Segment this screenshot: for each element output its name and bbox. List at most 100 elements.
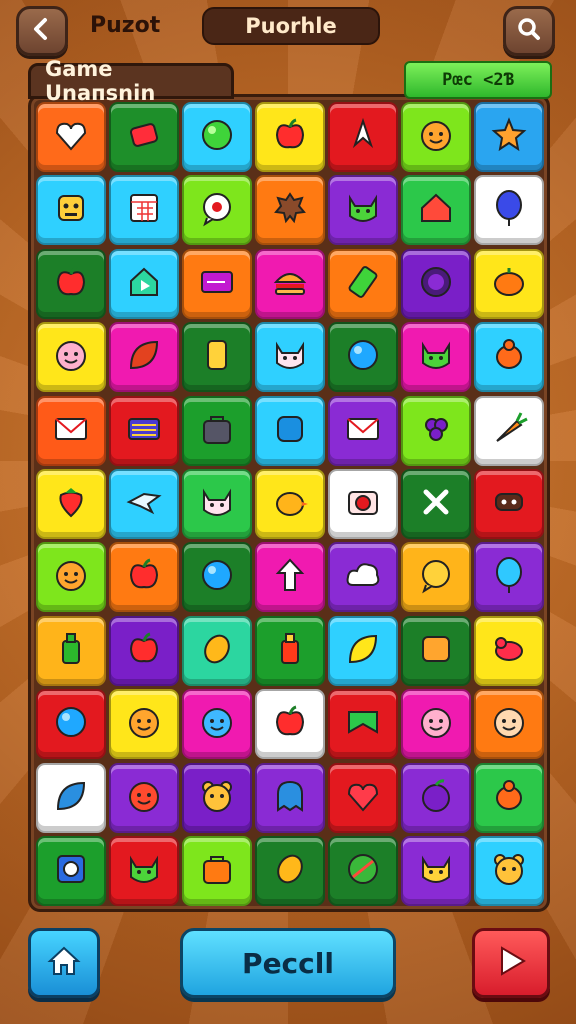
face-orange-icon (49, 553, 93, 601)
tile[interactable] (401, 322, 471, 393)
ball-blue-icon (341, 333, 385, 381)
tile[interactable] (474, 468, 544, 539)
tile[interactable] (36, 395, 106, 466)
search-icon (516, 16, 542, 46)
tile[interactable] (401, 102, 471, 172)
tile[interactable] (401, 248, 471, 319)
tile[interactable] (36, 175, 106, 246)
tile[interactable] (474, 615, 544, 686)
tile[interactable] (109, 468, 179, 539)
tile[interactable] (182, 689, 252, 760)
tile[interactable] (328, 395, 398, 466)
tile[interactable] (109, 615, 179, 686)
tile[interactable] (328, 835, 398, 906)
tile[interactable] (401, 468, 471, 539)
tile[interactable] (255, 542, 325, 613)
box-orange-icon (414, 627, 458, 675)
tile[interactable] (109, 248, 179, 319)
tile[interactable] (255, 248, 325, 319)
bear-yellow-icon (487, 847, 531, 895)
bug-orange-icon (487, 333, 531, 381)
tile[interactable] (474, 175, 544, 246)
tile[interactable] (401, 835, 471, 906)
tile[interactable] (182, 615, 252, 686)
candy-red-icon (122, 113, 166, 161)
tile[interactable] (36, 762, 106, 833)
tile[interactable] (474, 322, 544, 393)
tile[interactable] (328, 322, 398, 393)
tile[interactable] (474, 762, 544, 833)
home-button[interactable] (28, 928, 100, 998)
tile[interactable] (328, 689, 398, 760)
tile[interactable] (474, 835, 544, 906)
tile[interactable] (36, 468, 106, 539)
chat-yellow-icon (414, 553, 458, 601)
tile[interactable] (255, 102, 325, 172)
tile[interactable] (182, 762, 252, 833)
tile[interactable] (255, 395, 325, 466)
tile[interactable] (36, 835, 106, 906)
tile[interactable] (109, 835, 179, 906)
tile[interactable] (401, 542, 471, 613)
tile[interactable] (401, 762, 471, 833)
tile[interactable] (36, 542, 106, 613)
apple-red-icon (49, 260, 93, 308)
tile[interactable] (109, 689, 179, 760)
tile[interactable] (474, 102, 544, 172)
tile[interactable] (36, 102, 106, 172)
tile[interactable] (182, 468, 252, 539)
tile[interactable] (255, 689, 325, 760)
tile[interactable] (474, 542, 544, 613)
tile[interactable] (328, 542, 398, 613)
tile[interactable] (328, 102, 398, 172)
tile[interactable] (255, 835, 325, 906)
tile[interactable] (182, 102, 252, 172)
tile[interactable] (182, 322, 252, 393)
tile[interactable] (36, 615, 106, 686)
search-button[interactable] (503, 6, 555, 56)
tile[interactable] (474, 248, 544, 319)
tile[interactable] (474, 395, 544, 466)
tile[interactable] (109, 395, 179, 466)
cat-green-icon (122, 847, 166, 895)
tile[interactable] (255, 175, 325, 246)
tile[interactable] (182, 395, 252, 466)
tile[interactable] (328, 468, 398, 539)
tile[interactable] (401, 689, 471, 760)
tile[interactable] (109, 762, 179, 833)
tile[interactable] (36, 248, 106, 319)
bag-grey-icon (195, 407, 239, 455)
tile[interactable] (255, 468, 325, 539)
tile[interactable] (474, 689, 544, 760)
tile[interactable] (328, 762, 398, 833)
tile[interactable] (182, 248, 252, 319)
ball-blue-icon (195, 553, 239, 601)
back-button[interactable] (16, 6, 68, 56)
tile[interactable] (36, 689, 106, 760)
tile[interactable] (182, 175, 252, 246)
tile[interactable] (255, 322, 325, 393)
play-button[interactable] (472, 928, 550, 998)
tile[interactable] (255, 615, 325, 686)
tile[interactable] (328, 248, 398, 319)
tile[interactable] (255, 762, 325, 833)
tile[interactable] (401, 175, 471, 246)
tile[interactable] (328, 615, 398, 686)
tile[interactable] (401, 615, 471, 686)
tile[interactable] (182, 835, 252, 906)
game-title: Puzot (90, 13, 161, 38)
tile[interactable] (109, 322, 179, 393)
board-label: Game Unaпsnin (28, 57, 234, 105)
tile[interactable] (36, 322, 106, 393)
main-action-button[interactable]: Pecсll (180, 928, 396, 998)
tile[interactable] (109, 102, 179, 172)
carrot-icon (487, 407, 531, 455)
tile[interactable] (328, 175, 398, 246)
tile[interactable] (182, 542, 252, 613)
pig-face-icon (49, 333, 93, 381)
tile[interactable] (109, 542, 179, 613)
tile[interactable] (109, 175, 179, 246)
tile[interactable] (401, 395, 471, 466)
strawberry-icon (49, 480, 93, 528)
plum-icon (414, 774, 458, 822)
